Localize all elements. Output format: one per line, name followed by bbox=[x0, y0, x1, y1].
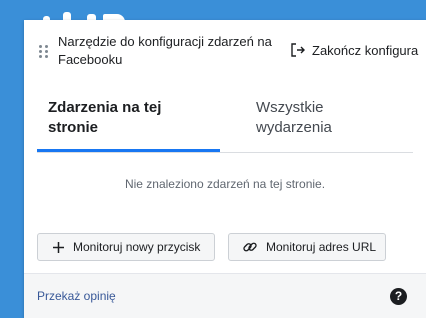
link-icon bbox=[243, 242, 257, 252]
end-setup-label: Zakończ konfigura bbox=[312, 42, 419, 58]
panel-header: Narzędzie do konfiguracji zdarzeń na Fac… bbox=[24, 20, 426, 82]
tab-label: Zdarzenia na tej stronie bbox=[48, 99, 162, 136]
tab-label: Wszystkie wydarzenia bbox=[256, 99, 332, 136]
track-url-button[interactable]: Monitoruj adres URL bbox=[228, 233, 386, 261]
tab-events-on-page[interactable]: Zdarzenia na tej stronie bbox=[37, 98, 220, 152]
tabs: Zdarzenia na tej stronie Wszystkie wydar… bbox=[37, 82, 413, 153]
plus-icon bbox=[53, 241, 64, 253]
track-button-label: Monitoruj nowy przycisk bbox=[73, 240, 201, 254]
exit-icon bbox=[291, 43, 305, 57]
track-new-button-button[interactable]: Monitoruj nowy przycisk bbox=[37, 233, 215, 261]
empty-state-message: Nie znaleziono zdarzeń na tej stronie. bbox=[124, 177, 326, 191]
help-icon[interactable]: ? bbox=[390, 288, 407, 305]
track-url-label: Monitoruj adres URL bbox=[266, 240, 377, 254]
drag-handle-icon[interactable] bbox=[39, 45, 49, 59]
feedback-link[interactable]: Przekaż opinię bbox=[37, 289, 116, 303]
end-setup-button[interactable]: Zakończ konfigura bbox=[289, 40, 418, 60]
tab-all-events[interactable]: Wszystkie wydarzenia bbox=[256, 98, 376, 138]
event-setup-panel: Narzędzie do konfiguracji zdarzeń na Fac… bbox=[24, 20, 426, 318]
panel-title: Narzędzie do konfiguracji zdarzeń na Fac… bbox=[58, 34, 272, 67]
panel-footer: Przekaż opinię ? bbox=[24, 273, 426, 318]
